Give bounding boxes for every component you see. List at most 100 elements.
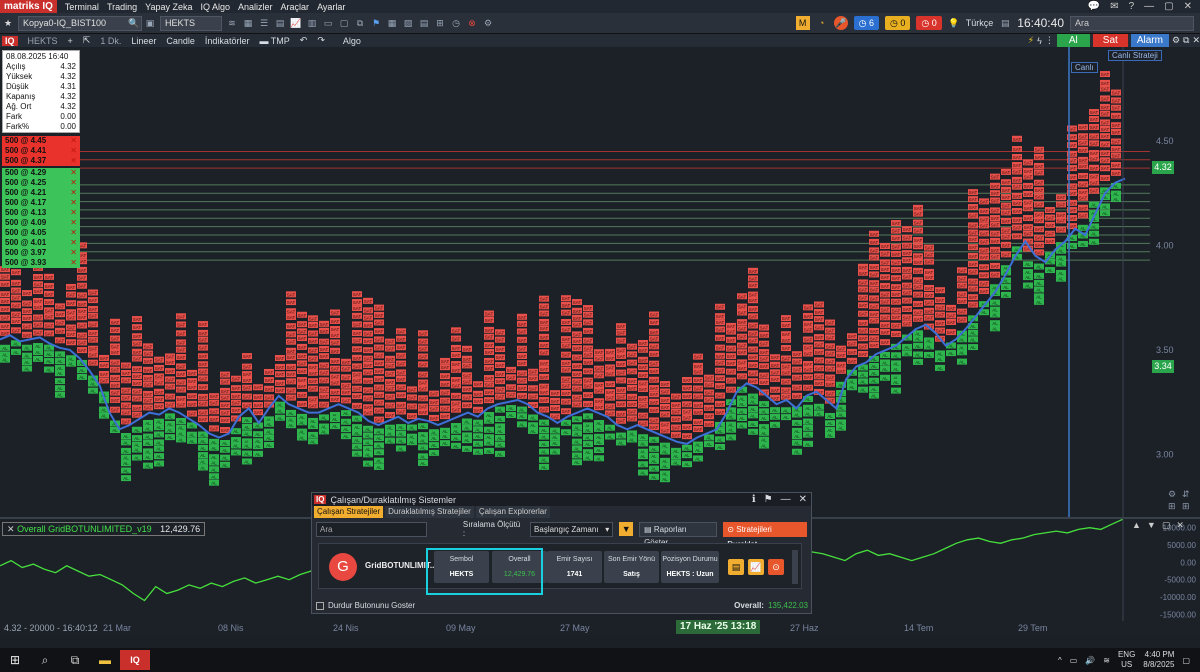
template-button[interactable]: ▬ TMP — [259, 36, 289, 46]
menu-terminal[interactable]: Terminal — [61, 2, 103, 12]
monitor-icon[interactable]: ▢ — [338, 17, 350, 29]
close-legend-icon[interactable]: ✕ — [7, 524, 15, 534]
chart-close-icon[interactable]: ✕ — [1192, 35, 1200, 46]
tray-chevron-icon[interactable]: ^ — [1058, 656, 1062, 665]
taskbar-search-icon[interactable]: ⌕ — [30, 653, 60, 668]
window-icon[interactable]: ▭ — [322, 17, 334, 29]
price-chart[interactable]: SAT SAT SAT SAT SAT SAT SAT SAT SAT AL AL AL SAT SAT S… — [0, 47, 1200, 517]
performance-chart-icon[interactable]: 📈 — [748, 559, 764, 575]
link-out-icon[interactable]: ⇱ — [83, 35, 91, 46]
windows-start-icon[interactable]: ⊞ — [0, 653, 30, 667]
minimize-icon[interactable]: — — [1144, 1, 1154, 12]
algo-button[interactable]: Algo — [343, 36, 361, 46]
dialog-close-icon[interactable]: ✕ — [799, 494, 807, 505]
cancel-order-icon[interactable]: ✕ — [70, 208, 77, 218]
sell-order-chip[interactable]: 500 @ 4.37 ✕ — [2, 156, 80, 166]
matriks-iq-taskbar-icon[interactable]: IQ — [120, 650, 150, 670]
buy-order-chip[interactable]: 500 @ 4.29 ✕ — [2, 168, 80, 178]
buy-order-chip[interactable]: 500 @ 4.25 ✕ — [2, 178, 80, 188]
search-icon[interactable]: 🔍 — [128, 17, 140, 29]
info-icon[interactable]: ℹ — [752, 494, 756, 505]
buy-order-chip[interactable]: 500 @ 4.21 ✕ — [2, 188, 80, 198]
help-icon[interactable]: ? — [1129, 1, 1135, 12]
badge-red[interactable]: ◷ 0 — [916, 16, 942, 30]
cancel-order-icon[interactable]: ✕ — [70, 248, 77, 258]
chart-icon[interactable]: 📈 — [290, 17, 302, 29]
chart-restore-icon[interactable]: ⧉ — [1183, 35, 1189, 46]
sort-select[interactable]: Başlangıç Zamanı ▾ — [530, 521, 614, 537]
add-icon[interactable]: + — [68, 36, 73, 46]
strategy-search-input[interactable]: Ara — [316, 521, 427, 537]
overall-legend[interactable]: ✕ Overall GridBOTUNLIMITED_v19 12,429.76 — [2, 522, 206, 536]
badge-m-icon[interactable]: M — [795, 16, 810, 30]
cancel-order-icon[interactable]: ✕ — [70, 258, 77, 268]
menu-araclar[interactable]: Araçlar — [277, 2, 314, 12]
link-icon[interactable]: ⊞ — [434, 17, 446, 29]
star-icon[interactable]: ★ — [2, 17, 14, 29]
calendar-icon[interactable]: ▤ — [999, 17, 1011, 29]
report-sheet-icon[interactable]: ▤ — [728, 559, 744, 575]
language-select[interactable]: Türkçe — [966, 18, 994, 28]
layers-icon[interactable]: ≋ — [226, 17, 238, 29]
undo-icon[interactable]: ↶ — [300, 35, 308, 46]
cancel-order-icon[interactable]: ✕ — [70, 198, 77, 208]
buy-button[interactable]: Al — [1056, 34, 1090, 47]
sell-order-chip[interactable]: 500 @ 4.45 ✕ — [2, 136, 80, 146]
flash-alt-icon[interactable]: ϟ — [1037, 36, 1042, 46]
close-icon[interactable]: ✕ — [1184, 1, 1192, 12]
chat-icon[interactable]: 💬 — [1088, 1, 1100, 12]
workspace-select[interactable]: Kopya0-IQ_BIST100 — [18, 15, 142, 31]
cancel-order-icon[interactable]: ✕ — [70, 168, 77, 178]
taskbar-clock[interactable]: 4:40 PM 8/8/2025 — [1143, 650, 1174, 670]
cancel-order-icon[interactable]: ✕ — [70, 188, 77, 198]
global-search[interactable]: Ara — [1070, 15, 1194, 31]
table-icon[interactable]: ▤ — [274, 17, 286, 29]
ticker-icon[interactable]: ⧉ — [354, 17, 366, 29]
sell-order-chip[interactable]: 500 @ 4.41 ✕ — [2, 146, 80, 156]
menu-analizler[interactable]: Analizler — [234, 2, 277, 12]
microphone-icon[interactable]: 🎤 — [833, 16, 848, 30]
badge-yellow[interactable]: ◷ 0 — [885, 16, 911, 30]
bulb-icon[interactable]: 💡 — [948, 17, 960, 29]
badge-blue[interactable]: ◷ 6 — [853, 16, 880, 30]
news-icon[interactable]: ▤ — [418, 17, 430, 29]
cancel-order-icon[interactable]: ✕ — [70, 178, 77, 188]
buy-order-chip[interactable]: 500 @ 4.13 ✕ — [2, 208, 80, 218]
stop-strategy-icon[interactable]: ⊙ — [768, 559, 784, 575]
dialog-minimize-icon[interactable]: — — [781, 494, 791, 505]
filter-icon[interactable]: ▼ — [619, 522, 634, 536]
task-view-icon[interactable]: ⧉ — [60, 653, 90, 668]
show-stop-button-checkbox[interactable] — [316, 601, 324, 610]
save-icon[interactable]: ▣ — [144, 17, 156, 29]
buy-order-chip[interactable]: 500 @ 3.93 ✕ — [2, 258, 80, 268]
dialog-titlebar[interactable]: IQ Çalışan/Duraklatılmış Sistemler ℹ ⚑ —… — [312, 493, 811, 506]
alarm-button[interactable]: Alarm — [1130, 34, 1169, 47]
settings-icon[interactable]: ⚙ — [482, 17, 494, 29]
cancel-order-icon[interactable]: ✕ — [70, 228, 77, 238]
menu-iq-algo[interactable]: IQ Algo — [197, 2, 235, 12]
period-select[interactable]: 1 Dk. — [100, 36, 121, 46]
calculator-icon[interactable]: ▧ — [402, 17, 414, 29]
sell-button[interactable]: Sat — [1092, 34, 1128, 47]
buy-order-chip[interactable]: 500 @ 4.09 ✕ — [2, 218, 80, 228]
chart-symbol[interactable]: HEKTS — [28, 36, 58, 46]
pane-up-icon[interactable]: ▲ — [1132, 520, 1141, 531]
cancel-order-icon[interactable]: ✕ — [70, 238, 77, 248]
bars-icon[interactable]: ▥ — [306, 17, 318, 29]
buy-order-chip[interactable]: 500 @ 4.01 ✕ — [2, 238, 80, 248]
pane-close-icon[interactable]: ✕ — [1176, 520, 1184, 531]
cancel-order-icon[interactable]: ✕ — [70, 136, 77, 146]
clock-icon[interactable]: ◷ — [450, 17, 462, 29]
menu-ayarlar[interactable]: Ayarlar — [313, 2, 349, 12]
tab-running-strategies[interactable]: Çalışan Stratejiler — [314, 506, 384, 518]
pane-expand-icon[interactable]: ▢ — [1162, 520, 1171, 531]
pause-strategies-button[interactable]: ⊙ Stratejileri Duraklat — [723, 521, 807, 549]
scale-select[interactable]: Lineer — [131, 36, 156, 46]
buy-order-chip[interactable]: 500 @ 4.05 ✕ — [2, 228, 80, 238]
chart-type-select[interactable]: Candle — [166, 36, 195, 46]
tab-running-explorers[interactable]: Çalışan Explorerlar — [475, 506, 550, 518]
card-scrollbar[interactable] — [792, 550, 798, 584]
flag-icon[interactable]: ⚑ — [370, 17, 382, 29]
buy-order-chip[interactable]: 500 @ 3.97 ✕ — [2, 248, 80, 258]
volume-icon[interactable]: 🔊 — [1085, 656, 1095, 665]
